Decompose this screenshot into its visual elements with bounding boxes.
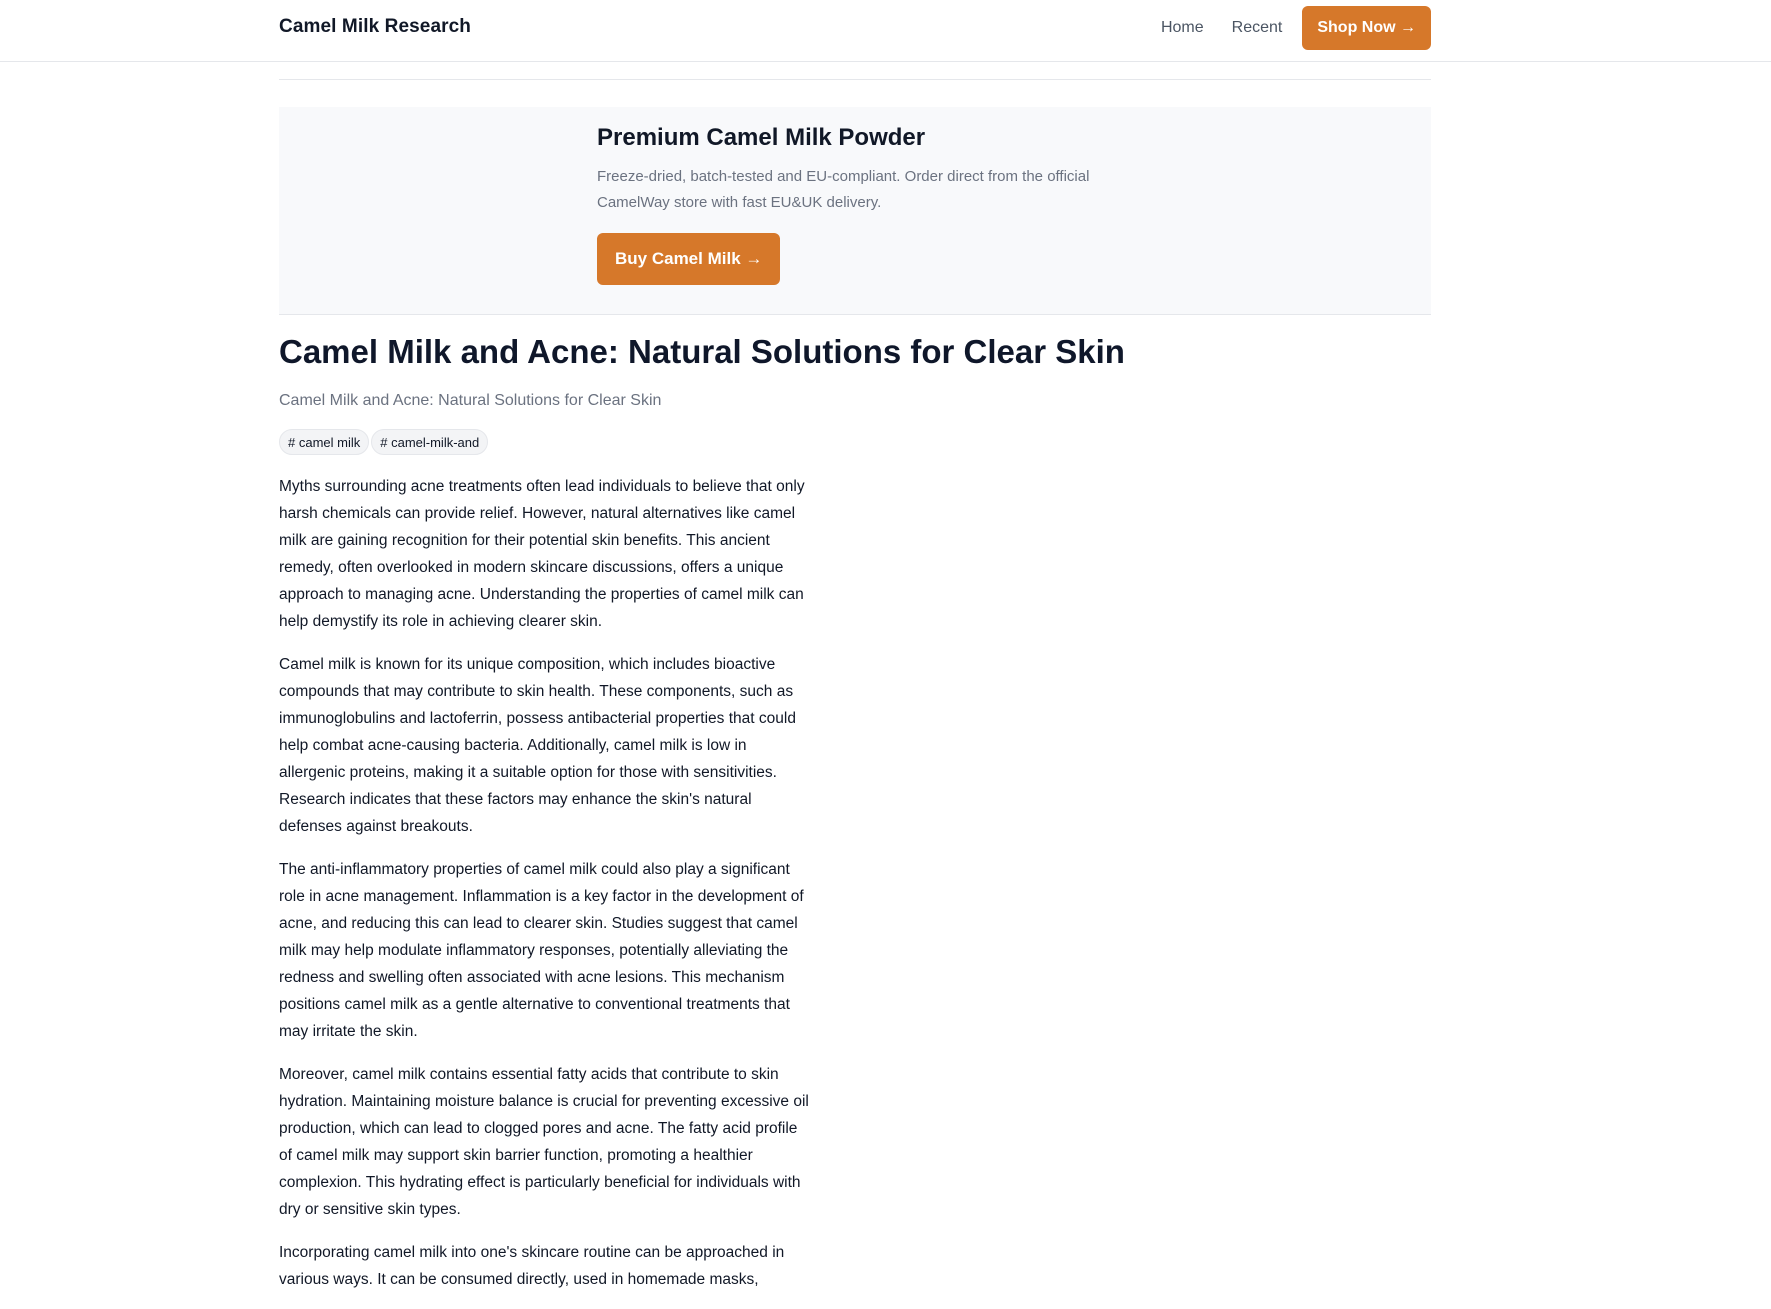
main-nav: Home Recent Shop Now →	[1161, 5, 1431, 51]
article-paragraph: Moreover, camel milk contains essential …	[279, 1066, 809, 1218]
article-paragraph: The anti-inflammatory properties of came…	[279, 861, 804, 1040]
promo-description: Freeze-dried, batch-tested and EU-compli…	[597, 168, 1090, 211]
brand-logo-text[interactable]: Camel Milk Research	[279, 16, 471, 38]
shop-now-button[interactable]: Shop Now →	[1302, 6, 1431, 50]
tag-list: # camel milk # camel-milk-and	[279, 429, 1431, 455]
article-paragraph: Myths surrounding acne treatments often …	[279, 478, 805, 630]
article: Camel Milk and Acne: Natural Solutions f…	[279, 330, 1431, 1309]
tag-camel-milk-and[interactable]: # camel-milk-and	[371, 429, 489, 455]
article-paragraph: Incorporating camel milk into one's skin…	[279, 1244, 785, 1288]
article-title: Camel Milk and Acne: Natural Solutions f…	[279, 333, 1125, 370]
nav-link-recent[interactable]: Recent	[1232, 19, 1283, 37]
promo-content: Premium Camel Milk Powder Freeze-dried, …	[597, 122, 1097, 285]
promo-banner: Premium Camel Milk Powder Freeze-dried, …	[279, 107, 1431, 315]
article-paragraph: Camel milk is known for its unique compo…	[279, 656, 796, 835]
promo-title: Premium Camel Milk Powder	[597, 124, 926, 151]
article-subtitle: Camel Milk and Acne: Natural Solutions f…	[279, 392, 662, 409]
nav-link-home[interactable]: Home	[1161, 19, 1204, 37]
article-body: Myths surrounding acne treatments often …	[279, 473, 809, 1293]
top-navigation-bar: Camel Milk Research Home Recent Shop Now…	[0, 0, 1771, 62]
buy-camel-milk-button[interactable]: Buy Camel Milk →	[597, 233, 781, 285]
tag-camel-milk[interactable]: # camel milk	[279, 429, 370, 455]
top-divider	[279, 79, 1431, 80]
